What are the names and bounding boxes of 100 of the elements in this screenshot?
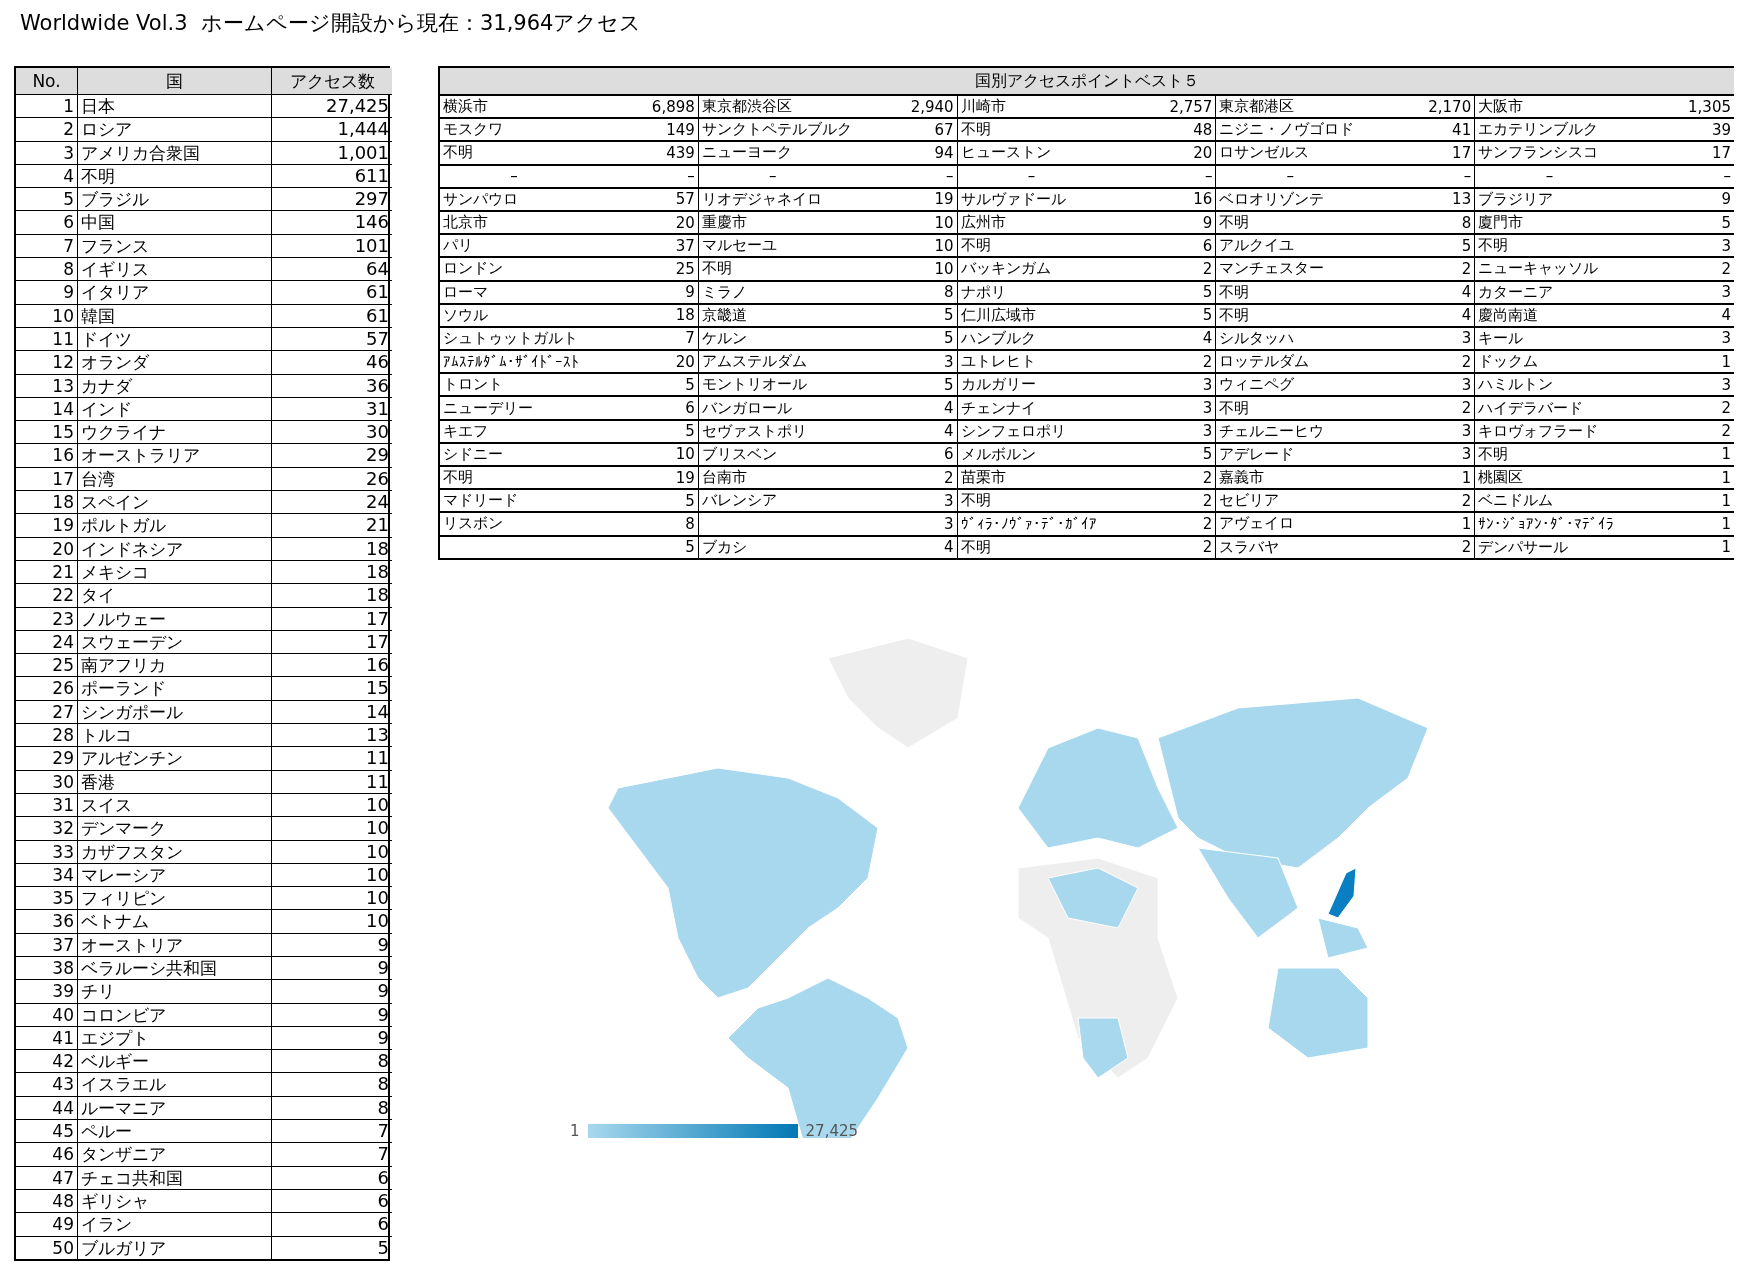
table-cell: イタリア: [78, 281, 272, 305]
access-count: 39: [1711, 120, 1731, 139]
access-count: 5: [685, 375, 695, 394]
page-title: Worldwide Vol.3 ホームページ開設から現在：31,964アクセス: [20, 10, 643, 37]
table-cell: 10: [272, 910, 392, 934]
table-cell: 不明: [78, 164, 272, 189]
table-cell: 49: [16, 1213, 78, 1237]
table-cell: 24: [272, 491, 392, 515]
city-name: ソウル: [443, 305, 489, 325]
table-cell: 17: [272, 630, 392, 655]
access-count: 4: [944, 399, 954, 418]
table-cell: ギリシャ: [78, 1189, 272, 1214]
table-cell: ベラルーシ共和国: [78, 957, 272, 981]
access-count: –: [1462, 167, 1472, 186]
access-count: 2: [1202, 514, 1213, 533]
table-cell: イギリス: [78, 258, 272, 282]
column-header: No.: [16, 68, 78, 95]
access-count: 57: [675, 190, 695, 209]
city-name: バンガロール: [701, 398, 793, 418]
table-cell: 1: [16, 95, 78, 119]
access-count: 2: [1461, 399, 1472, 418]
city-name: 桃園区: [1478, 468, 1525, 488]
table-cell: 9: [272, 1003, 392, 1027]
city-name: シドニー: [443, 444, 504, 464]
table-cell: 42: [16, 1050, 78, 1074]
city-name: ベニドルム: [1478, 491, 1555, 511]
city-name: チェルニーヒウ: [1219, 421, 1326, 441]
city-name: 不明: [443, 468, 474, 488]
city-name: 嘉義市: [1219, 468, 1266, 488]
access-count: 9: [685, 283, 695, 302]
city-name: 不明: [443, 143, 474, 163]
city-name: 大阪市: [1478, 97, 1525, 117]
table-cell: 39: [16, 980, 78, 1004]
table-cell: 8: [16, 258, 78, 282]
city-name: カルガリー: [960, 375, 1037, 395]
table-cell: アルゼンチン: [78, 747, 272, 771]
city-name: スラバヤ: [1219, 537, 1281, 557]
city-name: デンパサール: [1478, 537, 1570, 557]
city-name: バッキンガム: [960, 259, 1052, 279]
table-cell: 14: [272, 700, 392, 724]
city-name: シンフェロポリ: [960, 421, 1067, 441]
table-cell: 14: [16, 397, 78, 422]
city-name: マンチェスター: [1219, 259, 1326, 279]
table-cell: 8: [272, 1096, 392, 1121]
table-cell: スイス: [78, 793, 272, 818]
city-name: ウィニペグ: [1219, 375, 1296, 395]
table-cell: 21: [272, 514, 392, 538]
city-name: リオデジャネイロ: [701, 189, 823, 209]
city-name: リスボン: [443, 514, 504, 534]
table-cell: ベトナム: [78, 910, 272, 934]
table-cell: 10: [16, 304, 78, 328]
city-name: ブラジリア: [1478, 189, 1555, 209]
access-count: 37: [675, 236, 695, 255]
table-cell: チェコ共和国: [78, 1166, 272, 1190]
access-count: 3: [1721, 375, 1731, 394]
access-count: 5: [685, 422, 695, 441]
access-count: 5: [1202, 445, 1213, 464]
city-name: ブリスベン: [701, 444, 778, 464]
table-cell: 35: [16, 887, 78, 911]
table-cell-text: 5: [376, 1236, 390, 1259]
table-cell: ポルトガル: [78, 514, 272, 538]
city-name: キール: [1478, 328, 1525, 348]
table-cell: 32: [16, 817, 78, 841]
access-count: 5: [1202, 306, 1213, 325]
access-count: 3: [1461, 445, 1472, 464]
table-cell: 11: [272, 747, 392, 771]
table-cell: 19: [16, 514, 78, 538]
access-count: 3: [944, 514, 954, 533]
city-name: 不明: [1219, 305, 1251, 325]
table-cell: シンガポール: [78, 700, 272, 724]
access-count: 1: [1721, 445, 1731, 464]
access-count: 25: [675, 259, 695, 278]
table-cell: タンザニア: [78, 1143, 272, 1167]
table-cell: メキシコ: [78, 560, 272, 585]
city-name: ｱﾑｽﾃﾙﾀﾞﾑ･ｻﾞｲﾄﾞｰｽﾄ: [443, 352, 580, 371]
table-cell: オランダ: [78, 351, 272, 375]
city-name: 苗栗市: [960, 468, 1007, 488]
access-count: 3: [1202, 399, 1213, 418]
city-name: サンパウロ: [443, 189, 519, 209]
access-count: 8: [944, 283, 954, 302]
table-cell: 611: [272, 164, 392, 189]
city-name: アデレード: [1219, 444, 1296, 464]
city-name: 重慶市: [701, 213, 748, 233]
table-cell: タイ: [78, 584, 272, 608]
table-cell: ドイツ: [78, 327, 272, 352]
access-count: 3: [1202, 375, 1213, 394]
table-cell: 10: [272, 887, 392, 911]
table-cell: 29: [272, 444, 392, 468]
access-count: 9: [1721, 190, 1731, 209]
access-count: 5: [685, 491, 695, 510]
city-name: ニューキャッソル: [1478, 259, 1600, 279]
city-name: カターニア: [1478, 282, 1555, 302]
access-count: 1: [1461, 468, 1472, 487]
access-count: 2,170: [1428, 97, 1472, 116]
city-name: ｻﾝ･ｼﾞｮｱﾝ･ﾀﾞ･ﾏﾃﾞｲﾗ: [1478, 514, 1616, 533]
table-cell: ポーランド: [78, 677, 272, 701]
table-cell: 18: [272, 537, 392, 561]
table-cell: 1,444: [272, 118, 392, 142]
access-count: 149: [666, 120, 695, 139]
table-cell: 9: [272, 957, 392, 981]
